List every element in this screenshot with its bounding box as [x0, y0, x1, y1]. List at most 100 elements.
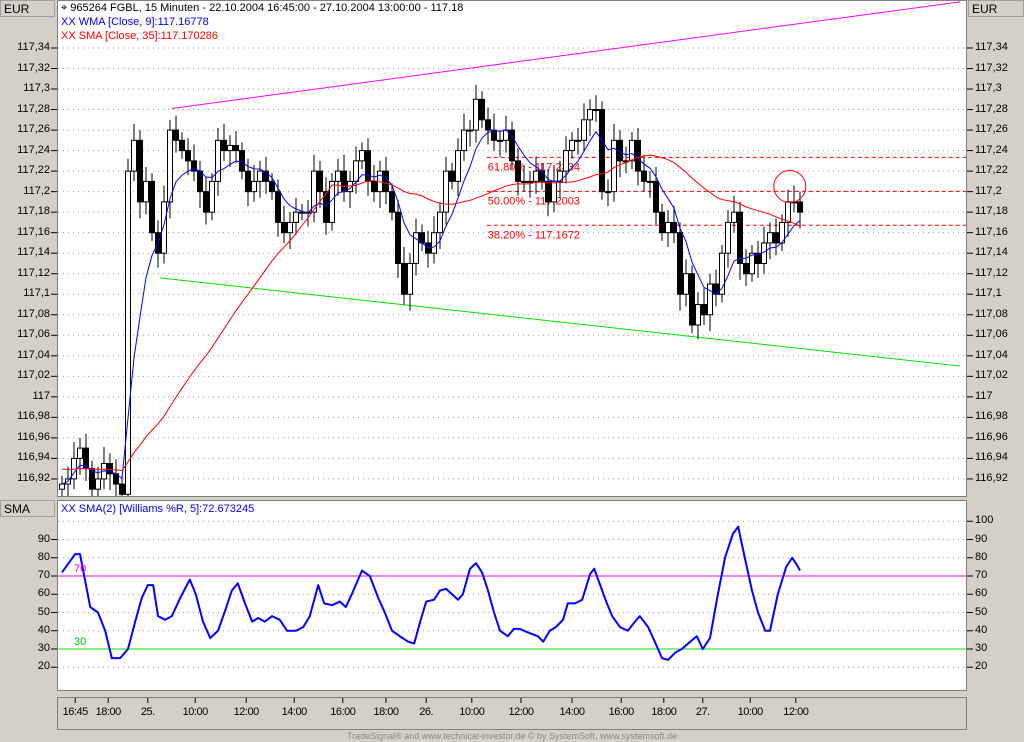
x-tick-label: 10:00: [459, 706, 485, 718]
candle: [125, 158, 131, 496]
chart-title-text: 965264 FGBL, 15 Minuten - 22.10.2004 16:…: [70, 2, 464, 14]
candle-body-up: [251, 180, 257, 193]
candle: [239, 142, 245, 180]
candle: [251, 164, 257, 202]
candle: [755, 240, 761, 278]
candle-body-down: [245, 170, 251, 193]
candle: [431, 216, 437, 264]
candle: [737, 201, 743, 280]
candle: [653, 167, 659, 225]
candle: [455, 138, 461, 196]
candle-body-down: [737, 211, 743, 264]
candle-body-up: [785, 201, 791, 223]
candle: [83, 433, 89, 481]
y-tick-label-left: 116,98: [17, 410, 50, 423]
candle-body-up: [569, 139, 575, 152]
y-tick-label-left: 117,34: [17, 41, 50, 53]
candle: [359, 142, 365, 170]
candle-body-up: [605, 191, 611, 194]
y-tick-label-left: 117: [32, 389, 50, 402]
y-tick-label-right: 116,94: [975, 451, 1008, 464]
candle-body-up: [161, 201, 167, 254]
candle-body-up: [131, 139, 137, 172]
candle-body-down: [641, 170, 647, 182]
x-tick-label: 26.: [419, 706, 434, 718]
y-tick-label-right: 117,18: [975, 205, 1008, 218]
candle-body-down: [389, 191, 395, 213]
y-tick-label-right: 117,02: [975, 369, 1008, 382]
level-30-label: 30: [74, 636, 87, 648]
x-tick-label: 10:00: [182, 706, 209, 718]
y-tick-label-left: 117,32: [17, 61, 50, 74]
candle: [473, 84, 479, 143]
candle: [659, 203, 665, 241]
indicator-tick-label-left: 30: [37, 642, 50, 654]
candle-body-down: [119, 483, 125, 495]
candle: [401, 247, 407, 305]
candle-body-up: [593, 109, 599, 112]
candle: [173, 115, 179, 153]
candle-body-up: [647, 180, 653, 183]
candle: [617, 130, 623, 178]
candle: [671, 206, 677, 243]
williams-legend: XX SMA(2) [Williams %R, 5]:72.673245: [61, 503, 255, 515]
candle: [605, 179, 611, 207]
candle: [221, 123, 227, 161]
lower-trendline: [159, 277, 961, 367]
y-tick-label-right: 117,1: [975, 287, 1002, 300]
candle: [191, 144, 197, 182]
indicator-tick-label-right: 100: [975, 514, 994, 527]
x-tick-label: 27.: [695, 706, 710, 718]
candle: [413, 218, 419, 276]
candle: [365, 138, 371, 196]
candle: [443, 156, 449, 225]
candle-body-down: [449, 170, 455, 182]
y-tick-label-right: 117,3: [975, 82, 1002, 95]
candle: [233, 131, 239, 163]
candle: [149, 173, 155, 241]
candle: [77, 437, 83, 475]
candle-body-up: [359, 150, 365, 162]
y-tick-label-left: 117,24: [17, 143, 50, 156]
candle-body-down: [743, 262, 749, 275]
candle-body-up: [257, 170, 263, 182]
candle-body-down: [137, 139, 143, 203]
candle: [227, 135, 233, 168]
candle: [419, 224, 425, 252]
candle: [701, 288, 707, 326]
candle-body-down: [173, 129, 179, 141]
candle-body-up: [665, 221, 671, 234]
candle-body-down: [599, 109, 605, 193]
candle-body-down: [395, 211, 401, 264]
candle: [353, 146, 359, 194]
candle-body-up: [695, 304, 701, 326]
x-tick-label: 14:00: [559, 706, 585, 718]
y-tick-label-left: 117,2: [23, 184, 50, 197]
candle-body-down: [401, 262, 407, 295]
candle: [257, 160, 263, 198]
candle-body-up: [725, 221, 731, 254]
candle-body-up: [551, 180, 557, 203]
y-tick-label-right: 117,06: [975, 328, 1008, 341]
indicator-tick-label-right: 90: [975, 532, 988, 545]
candle-body-down: [269, 180, 275, 193]
candle-body-down: [677, 232, 683, 295]
x-tick-label: 16:45: [62, 706, 89, 718]
candle: [263, 156, 269, 194]
candle: [713, 269, 719, 307]
candle: [449, 162, 455, 190]
candle-body-down: [479, 98, 485, 121]
candle: [209, 173, 215, 221]
candle-body-down: [539, 170, 545, 182]
chart-title: ⌖ 965264 FGBL, 15 Minuten - 22.10.2004 1…: [61, 2, 463, 15]
y-tick-label-right: 117,04: [975, 348, 1008, 361]
candle-body-up: [167, 129, 173, 203]
candle: [569, 132, 575, 159]
y-tick-label-right: 117,26: [975, 123, 1008, 136]
candle: [719, 244, 725, 303]
candle-body-up: [455, 150, 461, 182]
indicator-tick-label-left: 50: [37, 605, 50, 618]
y-tick-label-left: 117,08: [17, 307, 50, 320]
candle: [593, 95, 599, 122]
candle: [689, 265, 695, 334]
